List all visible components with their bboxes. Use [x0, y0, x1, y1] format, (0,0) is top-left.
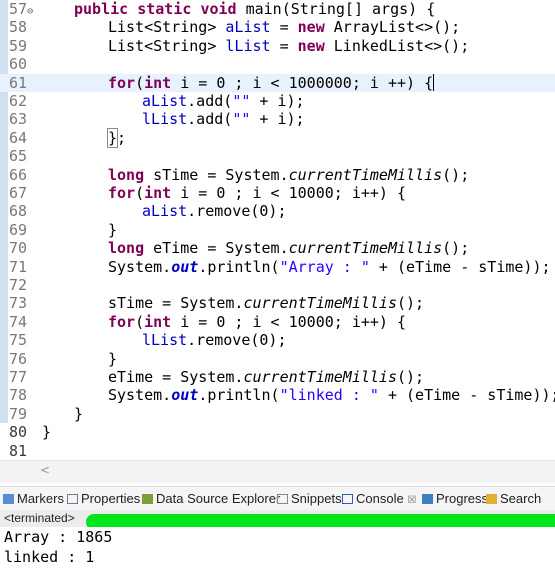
code-line-76[interactable]: 76 }: [0, 350, 555, 368]
text-cursor: [433, 73, 435, 91]
code-line-59[interactable]: 59 List<String> lList = new LinkedList<>…: [0, 37, 555, 55]
code-line-57[interactable]: 57⊖ public static void main(String[] arg…: [0, 0, 555, 18]
tab-data-source-explorer[interactable]: Data Source Explorer: [142, 491, 280, 506]
line-number: 77: [9, 368, 28, 386]
line-number: 71: [9, 257, 28, 276]
code-line-63[interactable]: 63 lList.add("" + i);: [0, 110, 555, 128]
line-number: 76: [9, 349, 28, 368]
code-text: }: [74, 404, 84, 423]
console-line: linked : 1: [4, 548, 95, 566]
line-number: 72: [9, 276, 28, 294]
tab-markers[interactable]: Markers: [3, 491, 64, 506]
matching-bracket: }: [106, 127, 119, 148]
console-output[interactable]: Array : 1865 linked : 1: [0, 527, 555, 571]
tab-search[interactable]: Search: [486, 491, 541, 506]
code-line-67[interactable]: 67 for(int i = 0 ; i < 10000; i++) {: [0, 184, 555, 202]
line-number: 69: [9, 220, 28, 239]
code-line-77[interactable]: 77 eTime = System.currentTimeMillis();: [0, 368, 555, 386]
code-line-64[interactable]: 64 };: [0, 127, 555, 148]
line-number: 58: [9, 18, 28, 37]
line-number: 61: [9, 73, 28, 92]
code-line-78[interactable]: 78 System.out.println("linked : " + (eTi…: [0, 386, 555, 404]
code-line-71[interactable]: 71 System.out.println("Array : " + (eTim…: [0, 258, 555, 276]
line-number: 80: [9, 423, 28, 442]
line-number: 63: [9, 110, 28, 129]
progress-icon: [422, 494, 433, 504]
line-number: 70: [9, 239, 28, 258]
close-icon[interactable]: ☒: [407, 495, 416, 506]
data-source-icon: [142, 494, 153, 504]
code-line-69[interactable]: 69 }: [0, 221, 555, 239]
scroll-left-icon[interactable]: <: [40, 463, 50, 477]
code-line-68[interactable]: 68 aList.remove(0);: [0, 202, 555, 220]
fold-collapse-icon[interactable]: ⊖: [27, 6, 33, 17]
line-number: 78: [9, 386, 28, 405]
code-line-62[interactable]: 62 aList.add("" + i);: [0, 92, 555, 110]
line-number: 66: [9, 165, 28, 184]
search-icon: [486, 494, 497, 504]
line-number: 79: [9, 404, 28, 423]
tab-console[interactable]: Console ☒: [342, 491, 416, 506]
code-line-66[interactable]: 66 long sTime = System.currentTimeMillis…: [0, 166, 555, 184]
code-editor[interactable]: 57⊖ public static void main(String[] arg…: [0, 0, 555, 460]
snippets-icon: [277, 494, 288, 504]
code-line-65[interactable]: 65: [0, 147, 555, 165]
tab-snippets[interactable]: Snippets: [277, 491, 342, 506]
line-number: 73: [9, 294, 28, 313]
view-tab-bar: Markers Properties Data Source Explorer …: [0, 486, 555, 511]
code-line-60[interactable]: 60: [0, 55, 555, 73]
console-line: Array : 1865: [4, 528, 113, 546]
line-number: 74: [9, 312, 28, 331]
code-line-72[interactable]: 72: [0, 276, 555, 294]
code-line-75[interactable]: 75 lList.remove(0);: [0, 331, 555, 349]
code-line-81[interactable]: 81: [0, 442, 555, 460]
line-number: 62: [9, 92, 28, 110]
code-text: }: [42, 423, 52, 442]
terminated-label: <terminated>: [4, 511, 75, 525]
line-number: 67: [9, 184, 28, 202]
line-number: 75: [9, 331, 28, 350]
line-number: 65: [9, 147, 28, 166]
code-line-74[interactable]: 74 for(int i = 0 ; i < 10000; i++) {: [0, 313, 555, 331]
tab-progress[interactable]: Progress: [422, 491, 488, 506]
console-status-bar: <terminated>: [0, 510, 555, 530]
line-number: 60: [9, 55, 28, 74]
code-line-61-current[interactable]: 61 for(int i = 0 ; i < 1000000; i ++) {: [0, 73, 555, 92]
horizontal-scrollbar[interactable]: <: [0, 460, 555, 483]
properties-icon: [67, 494, 78, 504]
code-line-80[interactable]: 80}: [0, 423, 555, 441]
console-icon: [342, 494, 353, 504]
line-number: 64: [9, 128, 28, 147]
code-line-70[interactable]: 70 long eTime = System.currentTimeMillis…: [0, 239, 555, 257]
line-number: 81: [9, 441, 28, 460]
tab-properties[interactable]: Properties: [67, 491, 140, 506]
line-number: 68: [9, 202, 28, 221]
code-line-73[interactable]: 73 sTime = System.currentTimeMillis();: [0, 294, 555, 312]
code-line-79[interactable]: 79}: [0, 405, 555, 423]
line-number: 59: [9, 36, 28, 55]
code-line-58[interactable]: 58 List<String> aList = new ArrayList<>(…: [0, 18, 555, 36]
markers-icon: [3, 494, 14, 504]
